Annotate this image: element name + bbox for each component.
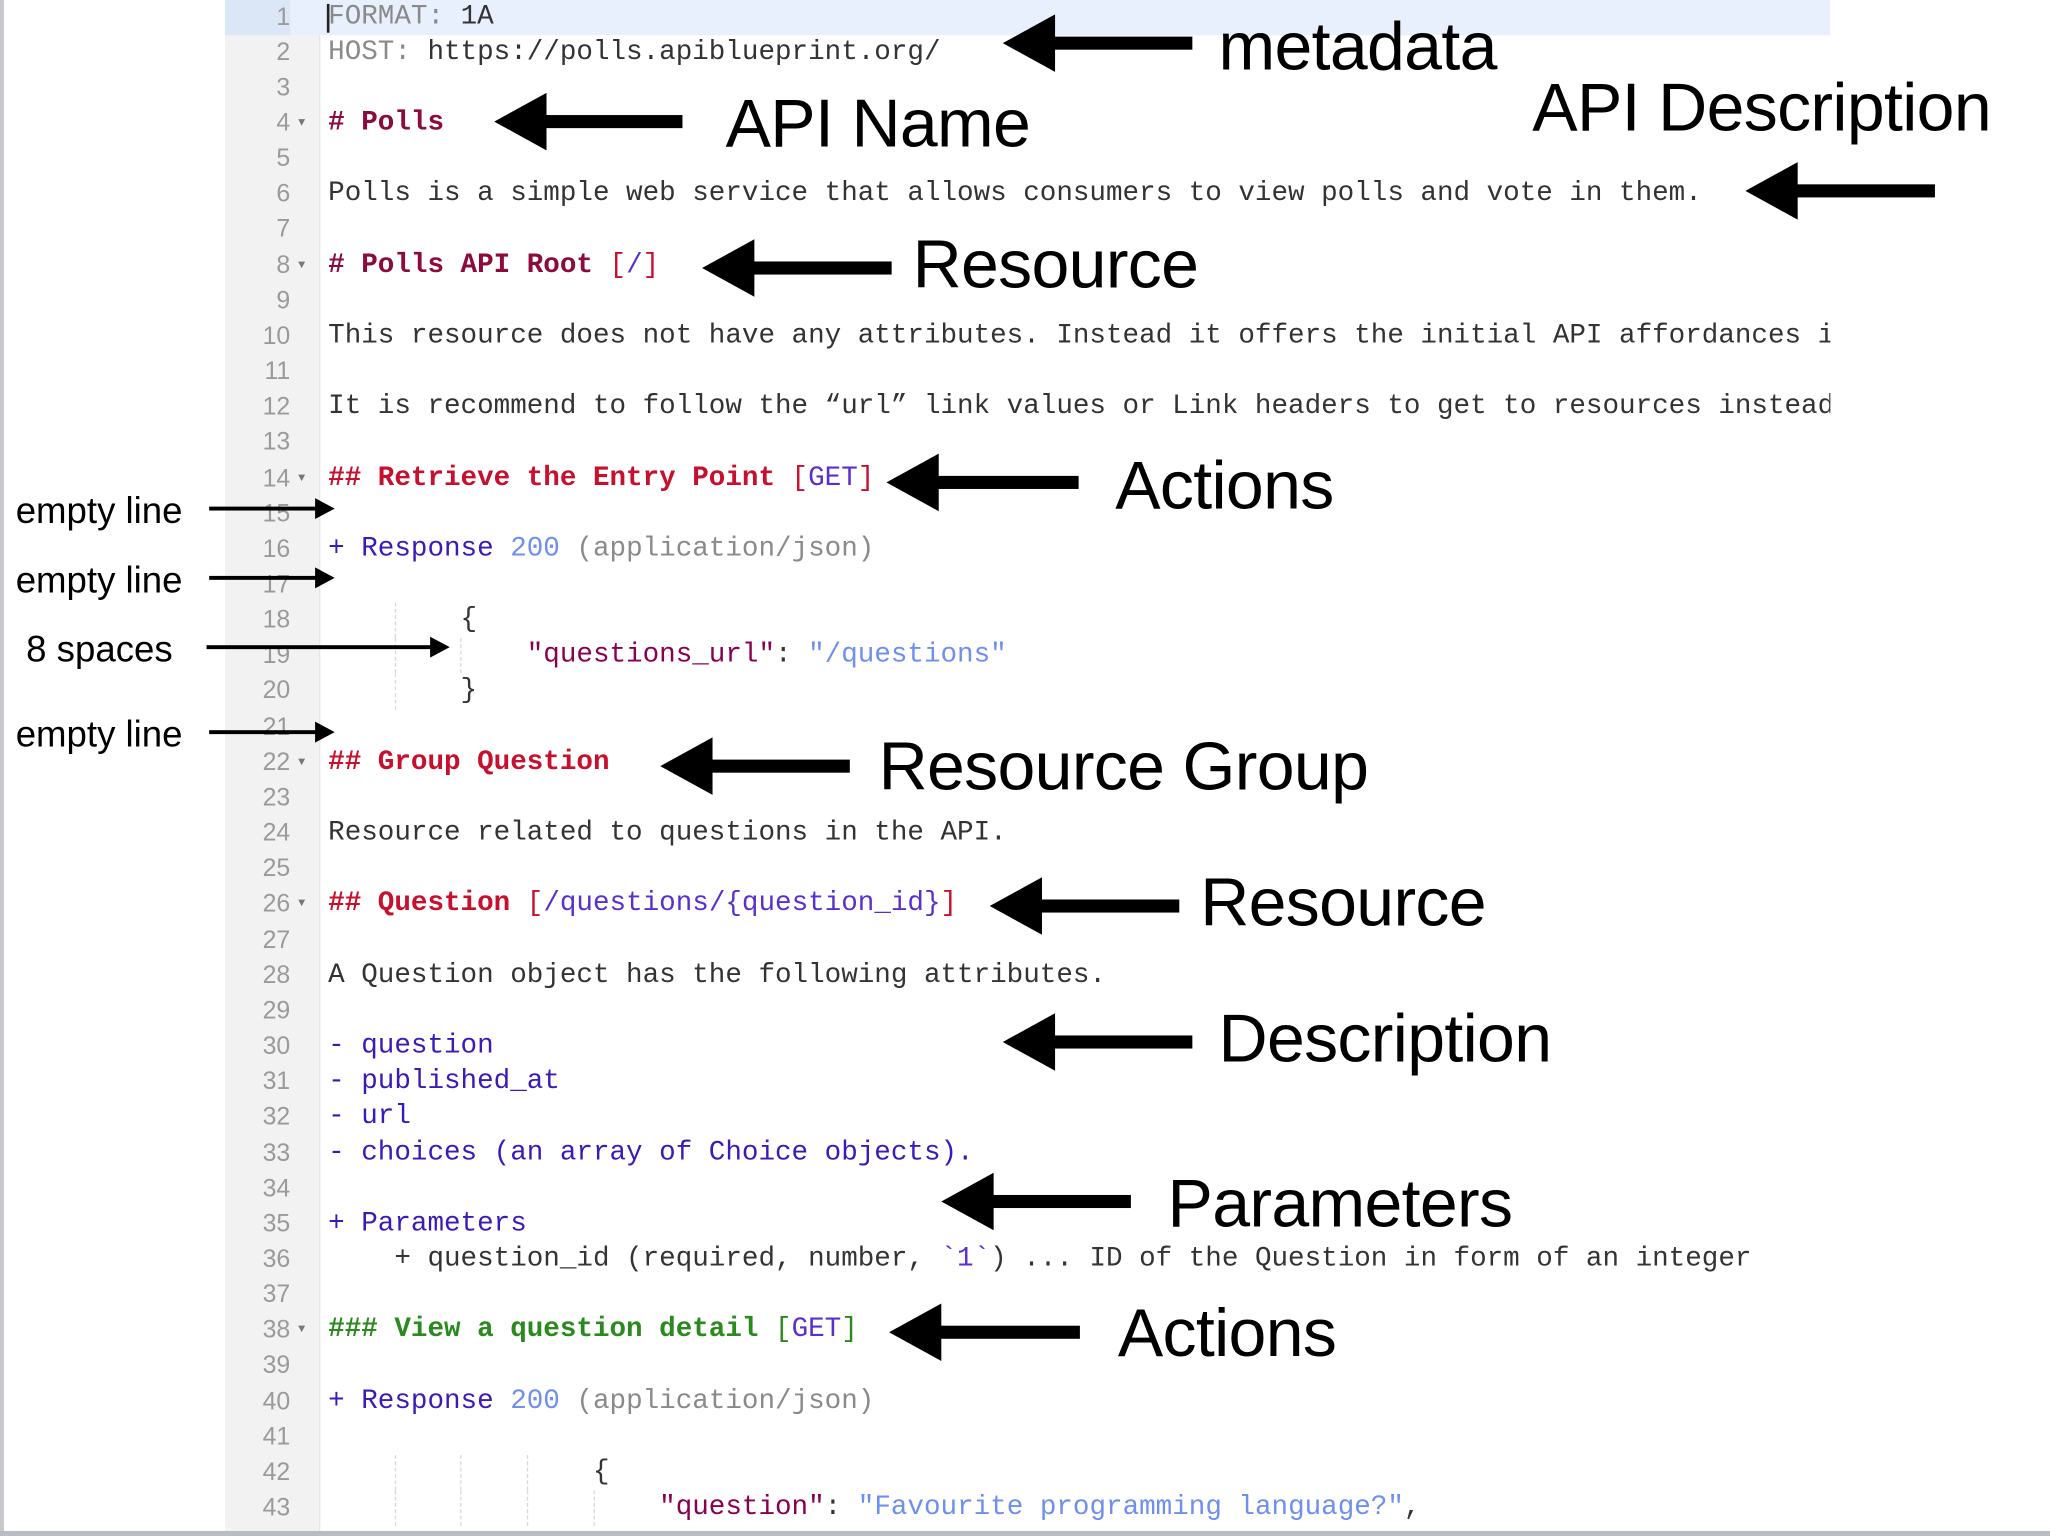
annotation-empty-line: empty line [15, 713, 183, 755]
arrow-left-icon [889, 1303, 1080, 1362]
arrow-left-icon [494, 92, 683, 151]
annotation-actions: Actions [1115, 448, 1334, 525]
annotation-8-spaces: 8 spaces [26, 628, 173, 670]
annotation-resource-group: Resource Group [878, 729, 1369, 806]
annotation-resource: Resource [912, 227, 1199, 304]
annotation-api-description: API Description [1532, 70, 1992, 147]
annotation-resource: Resource [1200, 865, 1486, 942]
arrow-right-icon [209, 567, 335, 589]
arrow-right-icon [206, 636, 450, 658]
arrow-left-icon [702, 239, 892, 297]
annotation-description: Description [1218, 1001, 1552, 1078]
annotation-empty-line: empty line [15, 559, 183, 601]
arrow-right-icon [209, 498, 335, 520]
annotated-editor-screenshot: 1 FORMAT: 1A 2 HOST: https://polls.apibluep… [0, 0, 2050, 1536]
arrow-left-icon [1002, 1013, 1193, 1071]
arrow-left-icon [1002, 14, 1193, 72]
annotation-metadata: metadata [1218, 9, 1497, 85]
annotation-parameters: Parameters [1167, 1166, 1514, 1243]
annotation-api-name: API Name [725, 86, 1031, 163]
annotation-actions: Actions [1117, 1295, 1337, 1372]
arrow-left-icon [989, 877, 1180, 935]
arrow-left-icon [941, 1172, 1131, 1231]
arrow-right-icon [209, 721, 335, 743]
arrow-left-icon [660, 737, 850, 795]
arrow-left-icon [1745, 162, 1935, 220]
annotation-empty-line: empty line [15, 490, 183, 531]
arrow-left-icon [886, 453, 1079, 512]
